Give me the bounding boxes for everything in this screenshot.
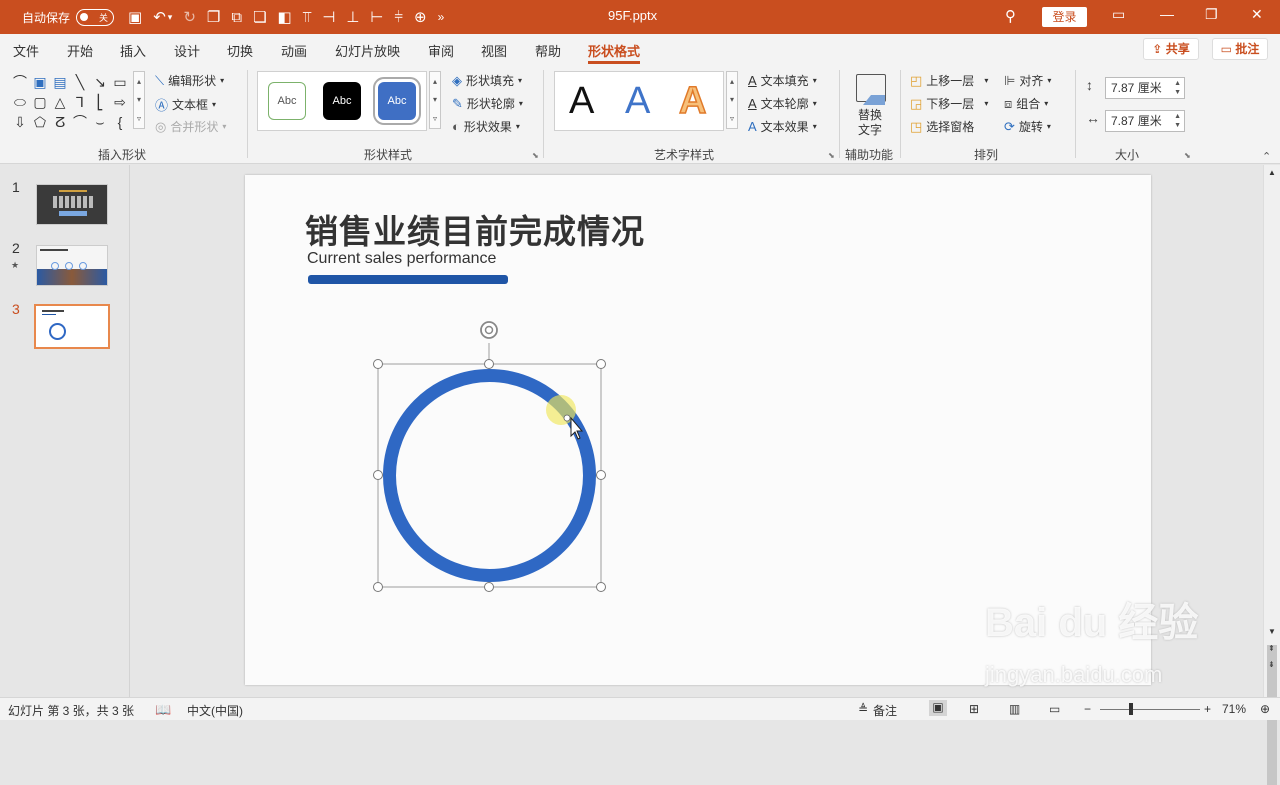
notes-icon[interactable]: ≜: [858, 702, 868, 716]
next-slide-icon[interactable]: ⇟: [1268, 660, 1275, 669]
zoom-in-icon[interactable]: +: [1204, 702, 1211, 716]
resize-handle-top: [484, 359, 494, 369]
vertical-scrollbar[interactable]: ▲ ▼ ⇞ ⇟: [1263, 165, 1280, 785]
resize-handle-right: [596, 470, 606, 480]
previous-slide-icon[interactable]: ⇞: [1268, 644, 1275, 653]
resize-handle-top-right: [596, 359, 606, 369]
zoom-level[interactable]: 71%: [1222, 702, 1246, 716]
resize-handles[interactable]: [373, 359, 606, 592]
reading-view-icon[interactable]: ▥: [1009, 702, 1020, 716]
fit-to-window-icon[interactable]: ⊕: [1260, 702, 1270, 716]
resize-handle-bottom-left: [373, 582, 383, 592]
notes-button[interactable]: 备注: [873, 702, 897, 719]
resize-handle-left: [373, 470, 383, 480]
zoom-slider-thumb[interactable]: [1129, 703, 1133, 715]
watermark-url: jingyan.baidu.com: [985, 662, 1163, 687]
language-indicator[interactable]: 中文(中国): [187, 702, 243, 719]
slide-counter: 幻灯片 第 3 张，共 3 张: [8, 704, 135, 718]
chevron-down-icon[interactable]: ▼: [1268, 627, 1276, 636]
resize-handle-bottom-right: [596, 582, 606, 592]
zoom-out-icon[interactable]: −: [1084, 702, 1091, 716]
chevron-up-icon[interactable]: ▲: [1268, 168, 1276, 177]
slide-sorter-icon[interactable]: ⊞: [969, 702, 979, 716]
resize-handle-top-left: [373, 359, 383, 369]
status-bar: 幻灯片 第 3 张，共 3 张 📖 中文(中国) ≜ 备注 ▣ ⊞ ▥ ▭ − …: [0, 697, 1280, 720]
resize-handle-bottom: [484, 582, 494, 592]
zoom-slider-track[interactable]: [1100, 709, 1200, 710]
normal-view-icon[interactable]: ▣: [929, 700, 947, 716]
rotate-handle-icon[interactable]: [480, 321, 498, 339]
adjustment-handle[interactable]: [563, 414, 571, 422]
watermark-brand: Bai du 经验: [985, 601, 1199, 645]
slideshow-icon[interactable]: ▭: [1049, 702, 1060, 716]
spellcheck-icon[interactable]: 📖: [155, 702, 171, 718]
